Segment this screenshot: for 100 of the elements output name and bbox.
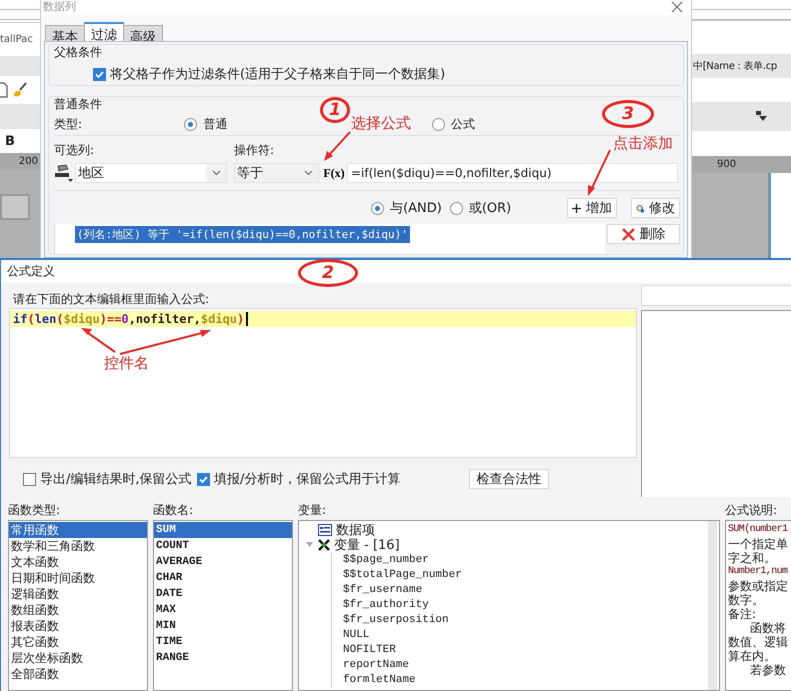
bold-button[interactable]: B bbox=[5, 134, 15, 148]
field-label: 操作符: bbox=[234, 142, 274, 158]
tree-node[interactable]: 变量 - [16] bbox=[305, 537, 719, 552]
search-field[interactable] bbox=[641, 285, 791, 306]
list-item[interactable]: 数组函数 bbox=[9, 602, 147, 618]
list-item[interactable]: MAX bbox=[154, 602, 292, 618]
variable-item[interactable]: $$totalPage_number bbox=[343, 567, 719, 582]
column-dropdown[interactable]: 地区 bbox=[75, 163, 227, 183]
code-token: $diqu bbox=[200, 312, 238, 326]
dialog-title: 公式定义 bbox=[7, 263, 55, 280]
checkbox[interactable] bbox=[23, 472, 36, 486]
variable-item[interactable]: reportName bbox=[343, 657, 719, 672]
tree-node[interactable]: 数据项 bbox=[305, 522, 719, 537]
checkbox[interactable] bbox=[93, 68, 106, 80]
variable-item[interactable]: NULL bbox=[343, 627, 719, 642]
list-item[interactable]: MIN bbox=[154, 618, 292, 634]
description-line: 若参数 bbox=[749, 663, 787, 677]
field-label: 类型: bbox=[54, 116, 84, 132]
close-icon[interactable] bbox=[671, 1, 683, 13]
radio-option: 公式 bbox=[451, 116, 476, 132]
code-token: ( bbox=[27, 312, 35, 326]
code-token: if bbox=[13, 312, 28, 326]
checkbox[interactable] bbox=[197, 472, 210, 486]
group-title: 普通条件 bbox=[54, 97, 102, 111]
annotation-arrow bbox=[81, 328, 116, 353]
description-line: 备注: bbox=[728, 607, 758, 621]
add-button[interactable]: 增加 bbox=[567, 198, 617, 218]
scrollbar[interactable] bbox=[708, 521, 717, 690]
list-item[interactable]: 其它函数 bbox=[9, 634, 147, 650]
formula-field[interactable]: =if(len($diqu)==0,nofilter,$diqu) bbox=[347, 163, 678, 183]
variable-item[interactable]: $fr_userposition bbox=[343, 612, 719, 627]
radio-button[interactable] bbox=[432, 118, 446, 130]
operator-dropdown[interactable]: 等于 bbox=[234, 163, 319, 183]
toolbar bbox=[0, 56, 40, 76]
tab-label[interactable]: tallPac bbox=[0, 34, 33, 45]
radio-option: 与(AND) bbox=[390, 199, 442, 217]
list-item[interactable]: 数学和三角函数 bbox=[9, 538, 147, 554]
cell-selection[interactable] bbox=[0, 194, 30, 220]
code-token: ( bbox=[56, 312, 64, 326]
radio-button[interactable] bbox=[371, 202, 384, 214]
description-line: 算在内。 bbox=[728, 649, 777, 663]
list-item[interactable]: 层次坐标函数 bbox=[9, 650, 147, 666]
brush-icon[interactable] bbox=[12, 82, 28, 98]
ruler-label: 900 bbox=[717, 159, 736, 170]
annotation-arrow bbox=[324, 131, 351, 161]
close-icon bbox=[622, 228, 634, 240]
list-item[interactable]: SUM bbox=[154, 522, 292, 538]
instruction-text: 请在下面的文本编辑框里面输入公式: bbox=[13, 291, 210, 307]
variable-item[interactable]: $fr_authority bbox=[343, 597, 719, 612]
variable-item[interactable]: NOFILTER bbox=[343, 642, 719, 657]
document-icon[interactable] bbox=[0, 82, 8, 98]
list-item[interactable]: TIME bbox=[154, 634, 292, 650]
list-item[interactable]: RANGE bbox=[154, 650, 292, 666]
list-label: 函数名: bbox=[153, 502, 194, 517]
radio-option: 普通 bbox=[203, 116, 228, 132]
radio-button[interactable] bbox=[450, 202, 463, 214]
condition-item[interactable]: (列名:地区) 等于 '=if(len($diqu)==0,nofilter,$diqu)' bbox=[75, 226, 410, 243]
variable-item[interactable]: $fr_username bbox=[343, 582, 719, 597]
list-item[interactable]: 常用函数 bbox=[9, 522, 147, 538]
delete-button[interactable]: 删除 bbox=[607, 224, 680, 244]
list-item[interactable]: AVERAGE bbox=[154, 554, 292, 570]
plus-icon bbox=[572, 202, 581, 214]
list-item[interactable]: 日期和时间函数 bbox=[9, 570, 147, 586]
code-token: ,nofilter, bbox=[128, 312, 201, 326]
formula-button[interactable]: F(x) bbox=[324, 167, 344, 179]
description-line: 数字。 bbox=[728, 593, 765, 607]
list-item[interactable]: 文本函数 bbox=[9, 554, 147, 570]
list-item[interactable]: COUNT bbox=[154, 538, 292, 554]
list-item[interactable]: 报表函数 bbox=[9, 618, 147, 634]
edit-button[interactable]: 修改 bbox=[631, 198, 680, 218]
step-marker: 1 bbox=[320, 97, 350, 123]
list-item[interactable]: 全部函数 bbox=[9, 666, 147, 682]
variable-item[interactable]: $$page_number bbox=[343, 552, 719, 567]
code-token: $diqu bbox=[64, 312, 100, 326]
dialog-title: 数据列 bbox=[43, 0, 76, 13]
radio-button[interactable] bbox=[184, 118, 198, 130]
dropdown-icon[interactable] bbox=[756, 111, 767, 122]
description-line: 字之和。 bbox=[728, 551, 777, 565]
checkbox-label: 导出/编辑结果时,保留公式 bbox=[40, 471, 192, 488]
list-item[interactable]: CHAR bbox=[154, 570, 292, 586]
checkbox-label: 将父格子作为过滤条件(适用于父子格来自于同一个数据集) bbox=[110, 66, 446, 83]
group-title: 父格条件 bbox=[54, 45, 102, 59]
column-type-icon[interactable] bbox=[54, 164, 74, 182]
list-item[interactable]: DATE bbox=[154, 586, 292, 602]
code-token: ) bbox=[100, 312, 107, 326]
description-line: 参数或指定 bbox=[728, 579, 789, 593]
annotation-text: 选择公式 bbox=[351, 114, 411, 132]
variable-item[interactable]: formletName bbox=[343, 672, 719, 687]
field-label: 可选列: bbox=[54, 142, 96, 158]
cross-icon bbox=[318, 538, 330, 550]
tab[interactable]: 过滤 bbox=[84, 22, 124, 41]
description-line: 数值、逻辑 bbox=[728, 635, 789, 649]
toolbar bbox=[0, 104, 40, 129]
expand-caret-icon[interactable] bbox=[305, 540, 314, 549]
checkbox-label: 填报/分析时，保留公式用于计算 bbox=[214, 471, 400, 488]
description-line: 一个指定单 bbox=[728, 537, 789, 551]
list-item[interactable]: 逻辑函数 bbox=[9, 586, 147, 602]
annotation-text: 点击添加 bbox=[613, 134, 673, 152]
validate-button[interactable]: 检查合法性 bbox=[469, 469, 549, 489]
table-icon bbox=[318, 524, 332, 536]
